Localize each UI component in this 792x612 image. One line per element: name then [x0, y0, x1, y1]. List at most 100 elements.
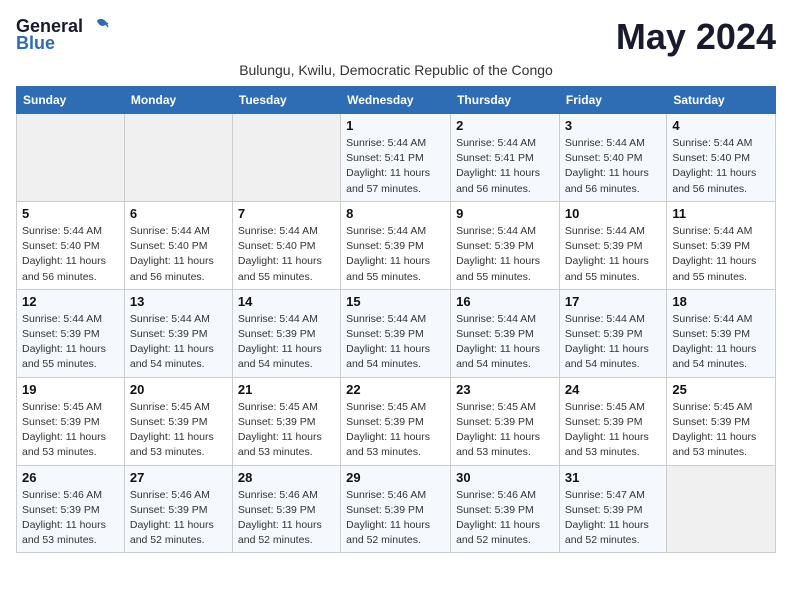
- day-info: Sunrise: 5:47 AM Sunset: 5:39 PM Dayligh…: [565, 488, 661, 549]
- day-number: 31: [565, 470, 661, 485]
- day-info: Sunrise: 5:45 AM Sunset: 5:39 PM Dayligh…: [22, 400, 119, 461]
- day-number: 21: [238, 382, 335, 397]
- calendar-week-row: 26 Sunrise: 5:46 AM Sunset: 5:39 PM Dayli…: [17, 465, 776, 553]
- day-info: Sunrise: 5:44 AM Sunset: 5:39 PM Dayligh…: [22, 312, 119, 373]
- day-number: 24: [565, 382, 661, 397]
- calendar-cell: 11 Sunrise: 5:44 AM Sunset: 5:39 PM Dayli…: [667, 201, 776, 289]
- day-number: 2: [456, 118, 554, 133]
- calendar-cell: 1 Sunrise: 5:44 AM Sunset: 5:41 PM Daylig…: [341, 114, 451, 202]
- day-number: 1: [346, 118, 445, 133]
- calendar-cell: 22Sunrise: 5:45 AM Sunset: 5:39 PM Dayli…: [341, 377, 451, 465]
- day-info: Sunrise: 5:44 AM Sunset: 5:40 PM Dayligh…: [22, 224, 119, 285]
- day-number: 10: [565, 206, 661, 221]
- day-number: 8: [346, 206, 445, 221]
- calendar-cell: 20Sunrise: 5:45 AM Sunset: 5:39 PM Dayli…: [124, 377, 232, 465]
- day-number: 3: [565, 118, 661, 133]
- day-number: 5: [22, 206, 119, 221]
- weekday-header-sunday: Sunday: [17, 87, 125, 114]
- calendar-cell: [124, 114, 232, 202]
- weekday-header-wednesday: Wednesday: [341, 87, 451, 114]
- day-number: 29: [346, 470, 445, 485]
- day-info: Sunrise: 5:45 AM Sunset: 5:39 PM Dayligh…: [346, 400, 445, 461]
- day-info: Sunrise: 5:46 AM Sunset: 5:39 PM Dayligh…: [130, 488, 227, 549]
- calendar-cell: 29Sunrise: 5:46 AM Sunset: 5:39 PM Dayli…: [341, 465, 451, 553]
- day-info: Sunrise: 5:44 AM Sunset: 5:39 PM Dayligh…: [456, 312, 554, 373]
- day-info: Sunrise: 5:46 AM Sunset: 5:39 PM Dayligh…: [456, 488, 554, 549]
- calendar-cell: 25Sunrise: 5:45 AM Sunset: 5:39 PM Dayli…: [667, 377, 776, 465]
- calendar-cell: 16Sunrise: 5:44 AM Sunset: 5:39 PM Dayli…: [451, 289, 560, 377]
- day-info: Sunrise: 5:44 AM Sunset: 5:40 PM Dayligh…: [565, 136, 661, 197]
- calendar-cell: 4 Sunrise: 5:44 AM Sunset: 5:40 PM Daylig…: [667, 114, 776, 202]
- calendar-cell: [667, 465, 776, 553]
- day-info: Sunrise: 5:46 AM Sunset: 5:39 PM Dayligh…: [22, 488, 119, 549]
- logo-bird-icon: [87, 17, 109, 37]
- day-number: 26: [22, 470, 119, 485]
- day-info: Sunrise: 5:45 AM Sunset: 5:39 PM Dayligh…: [238, 400, 335, 461]
- day-info: Sunrise: 5:45 AM Sunset: 5:39 PM Dayligh…: [565, 400, 661, 461]
- calendar-cell: 18 Sunrise: 5:44 AM Sunset: 5:39 PM Dayli…: [667, 289, 776, 377]
- calendar-cell: 30Sunrise: 5:46 AM Sunset: 5:39 PM Dayli…: [451, 465, 560, 553]
- calendar-cell: 26 Sunrise: 5:46 AM Sunset: 5:39 PM Dayli…: [17, 465, 125, 553]
- logo: General Blue: [16, 16, 109, 54]
- day-info: Sunrise: 5:44 AM Sunset: 5:39 PM Dayligh…: [346, 224, 445, 285]
- calendar-cell: 13Sunrise: 5:44 AM Sunset: 5:39 PM Dayli…: [124, 289, 232, 377]
- day-info: Sunrise: 5:45 AM Sunset: 5:39 PM Dayligh…: [130, 400, 227, 461]
- calendar-cell: 5 Sunrise: 5:44 AM Sunset: 5:40 PM Daylig…: [17, 201, 125, 289]
- day-number: 18: [672, 294, 770, 309]
- day-info: Sunrise: 5:44 AM Sunset: 5:39 PM Dayligh…: [565, 312, 661, 373]
- weekday-header-monday: Monday: [124, 87, 232, 114]
- calendar-cell: 2 Sunrise: 5:44 AM Sunset: 5:41 PM Daylig…: [451, 114, 560, 202]
- day-info: Sunrise: 5:44 AM Sunset: 5:39 PM Dayligh…: [346, 312, 445, 373]
- month-title: May 2024: [616, 16, 776, 58]
- day-info: Sunrise: 5:44 AM Sunset: 5:39 PM Dayligh…: [672, 224, 770, 285]
- calendar-cell: 15 Sunrise: 5:44 AM Sunset: 5:39 PM Dayli…: [341, 289, 451, 377]
- day-number: 4: [672, 118, 770, 133]
- weekday-header-friday: Friday: [559, 87, 666, 114]
- day-info: Sunrise: 5:45 AM Sunset: 5:39 PM Dayligh…: [456, 400, 554, 461]
- calendar-cell: 8 Sunrise: 5:44 AM Sunset: 5:39 PM Daylig…: [341, 201, 451, 289]
- calendar-cell: 17 Sunrise: 5:44 AM Sunset: 5:39 PM Dayli…: [559, 289, 666, 377]
- calendar-cell: 6 Sunrise: 5:44 AM Sunset: 5:40 PM Daylig…: [124, 201, 232, 289]
- day-number: 11: [672, 206, 770, 221]
- day-number: 27: [130, 470, 227, 485]
- weekday-header-row: SundayMondayTuesdayWednesdayThursdayFrid…: [17, 87, 776, 114]
- day-info: Sunrise: 5:44 AM Sunset: 5:40 PM Dayligh…: [672, 136, 770, 197]
- day-info: Sunrise: 5:44 AM Sunset: 5:40 PM Dayligh…: [238, 224, 335, 285]
- day-info: Sunrise: 5:44 AM Sunset: 5:39 PM Dayligh…: [238, 312, 335, 373]
- day-info: Sunrise: 5:44 AM Sunset: 5:39 PM Dayligh…: [130, 312, 227, 373]
- calendar-cell: 21 Sunrise: 5:45 AM Sunset: 5:39 PM Dayli…: [232, 377, 340, 465]
- day-number: 19: [22, 382, 119, 397]
- calendar-cell: 23Sunrise: 5:45 AM Sunset: 5:39 PM Dayli…: [451, 377, 560, 465]
- day-number: 9: [456, 206, 554, 221]
- day-number: 12: [22, 294, 119, 309]
- calendar-cell: 19 Sunrise: 5:45 AM Sunset: 5:39 PM Dayli…: [17, 377, 125, 465]
- day-info: Sunrise: 5:44 AM Sunset: 5:39 PM Dayligh…: [456, 224, 554, 285]
- calendar-cell: [232, 114, 340, 202]
- calendar-cell: [17, 114, 125, 202]
- calendar-table: SundayMondayTuesdayWednesdayThursdayFrid…: [16, 86, 776, 553]
- weekday-header-thursday: Thursday: [451, 87, 560, 114]
- calendar-week-row: 12 Sunrise: 5:44 AM Sunset: 5:39 PM Dayli…: [17, 289, 776, 377]
- day-number: 6: [130, 206, 227, 221]
- calendar-cell: 7Sunrise: 5:44 AM Sunset: 5:40 PM Daylig…: [232, 201, 340, 289]
- calendar-cell: 9 Sunrise: 5:44 AM Sunset: 5:39 PM Daylig…: [451, 201, 560, 289]
- calendar-cell: 3 Sunrise: 5:44 AM Sunset: 5:40 PM Daylig…: [559, 114, 666, 202]
- day-info: Sunrise: 5:44 AM Sunset: 5:39 PM Dayligh…: [565, 224, 661, 285]
- weekday-header-saturday: Saturday: [667, 87, 776, 114]
- day-info: Sunrise: 5:44 AM Sunset: 5:40 PM Dayligh…: [130, 224, 227, 285]
- day-number: 15: [346, 294, 445, 309]
- day-info: Sunrise: 5:46 AM Sunset: 5:39 PM Dayligh…: [238, 488, 335, 549]
- weekday-header-tuesday: Tuesday: [232, 87, 340, 114]
- day-info: Sunrise: 5:44 AM Sunset: 5:41 PM Dayligh…: [456, 136, 554, 197]
- day-number: 14: [238, 294, 335, 309]
- day-number: 17: [565, 294, 661, 309]
- calendar-week-row: 1 Sunrise: 5:44 AM Sunset: 5:41 PM Daylig…: [17, 114, 776, 202]
- day-info: Sunrise: 5:44 AM Sunset: 5:41 PM Dayligh…: [346, 136, 445, 197]
- logo-blue-text: Blue: [16, 33, 55, 54]
- calendar-cell: 12 Sunrise: 5:44 AM Sunset: 5:39 PM Dayli…: [17, 289, 125, 377]
- calendar-cell: 10 Sunrise: 5:44 AM Sunset: 5:39 PM Dayli…: [559, 201, 666, 289]
- calendar-cell: 14 Sunrise: 5:44 AM Sunset: 5:39 PM Dayli…: [232, 289, 340, 377]
- calendar-cell: 24 Sunrise: 5:45 AM Sunset: 5:39 PM Dayli…: [559, 377, 666, 465]
- subtitle: Bulungu, Kwilu, Democratic Republic of t…: [16, 62, 776, 78]
- day-info: Sunrise: 5:44 AM Sunset: 5:39 PM Dayligh…: [672, 312, 770, 373]
